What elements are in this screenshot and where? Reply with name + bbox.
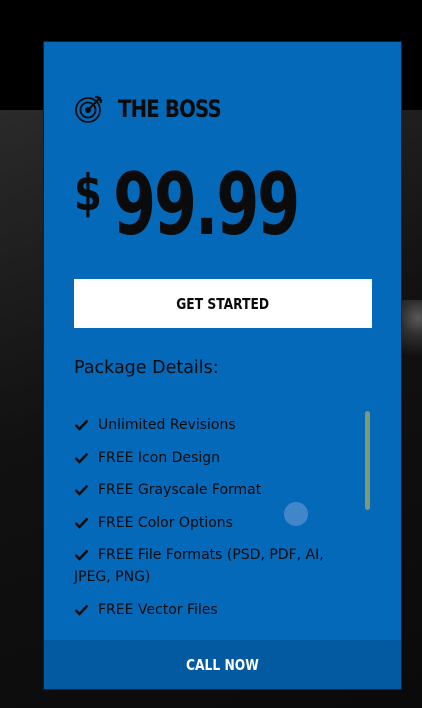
call-now-button[interactable]: CALL NOW <box>44 640 401 689</box>
feature-label: FREE Vector Files <box>98 601 218 618</box>
pricing-card: THE BOSS $ 99.99 GET STARTED Package Det… <box>43 41 402 690</box>
check-icon <box>74 484 89 496</box>
plan-header: THE BOSS <box>74 94 243 124</box>
feature-item: FREE Grayscale Format <box>74 479 364 501</box>
feature-list-scrollbar[interactable] <box>365 411 370 510</box>
check-icon <box>74 604 89 616</box>
call-now-label: CALL NOW <box>186 655 259 674</box>
feature-item: FREE Color Options <box>74 512 364 534</box>
price-currency: $ <box>74 164 102 222</box>
get-started-label: GET STARTED <box>176 294 270 313</box>
plan-name: THE BOSS <box>118 95 222 123</box>
mouse-cursor-indicator <box>284 502 308 526</box>
package-details-title: Package Details: <box>74 358 219 378</box>
feature-item: FREE Icon Design <box>74 447 364 469</box>
get-started-button[interactable]: GET STARTED <box>74 279 372 328</box>
feature-list: Unlimited Revisions FREE Icon Design FRE… <box>74 414 364 631</box>
feature-item: FREE Vector Files <box>74 599 364 621</box>
feature-item: Unlimited Revisions <box>74 414 364 436</box>
check-icon <box>74 549 89 561</box>
feature-label: FREE Grayscale Format <box>98 482 262 498</box>
feature-label: FREE File Formats (PSD, PDF, AI, JPEG, P… <box>74 547 324 585</box>
feature-item: FREE File Formats (PSD, PDF, AI, JPEG, P… <box>74 544 364 588</box>
check-icon <box>74 452 89 464</box>
check-icon <box>74 419 89 431</box>
check-icon <box>74 517 89 529</box>
feature-label: Unlimited Revisions <box>98 417 236 433</box>
page: THE BOSS $ 99.99 GET STARTED Package Det… <box>0 0 422 708</box>
price: $ 99.99 <box>74 162 370 248</box>
target-arrow-icon <box>74 94 104 124</box>
feature-label: FREE Icon Design <box>98 449 220 466</box>
price-amount: 99.99 <box>112 155 300 255</box>
feature-label: FREE Color Options <box>98 514 233 531</box>
